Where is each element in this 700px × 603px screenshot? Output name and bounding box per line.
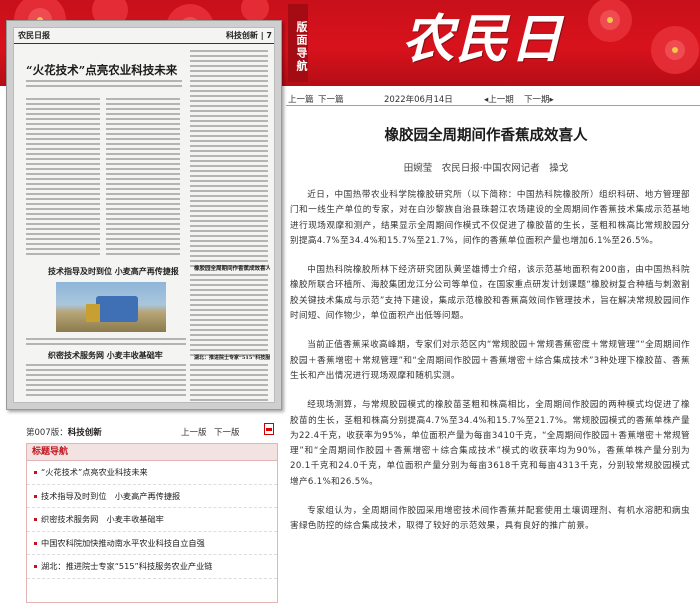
thumbnail-text-column	[190, 50, 268, 270]
thumbnail-text-column	[106, 98, 180, 258]
thumbnail-headline[interactable]: “火花技术”点亮农业科技未来	[26, 62, 186, 78]
page-thumbnail[interactable]: 农民日报 科技创新 | 7 “火花技术”点亮农业科技未来 橡胶园全周期间作香蕉成…	[13, 27, 275, 403]
thumbnail-subtitle-lines	[26, 80, 182, 90]
thumbnail-side-headline[interactable]: 湖北：推进院士专家“515”科技服务农业产业链	[194, 354, 270, 361]
thumbnail-text-column	[26, 364, 186, 399]
article-paragraph: 经现场测算，与常规胶园模式的橡胶苗茎粗和株高相比，全周期间作胶园的两种模式均促进…	[290, 400, 690, 487]
prev-issue-label: 上一期	[488, 95, 514, 105]
article-byline: 田婉莹 农民日报·中国农网记者 操戈	[403, 163, 569, 174]
title-nav-item[interactable]: 湖北：推进院士专家“515”科技服务农业产业链	[27, 555, 277, 579]
title-nav-item[interactable]: 织密技术服务网 小麦丰收基础牢	[27, 508, 277, 532]
article-paragraph: 中国热科院橡胶所林下经济研究团队黄坚雄博士介绍，该示范基地面积有200亩，由中国…	[290, 265, 690, 322]
prev-page-link[interactable]: 上一版	[181, 426, 207, 438]
next-page-link[interactable]: 下一版	[214, 426, 240, 438]
title-nav-item[interactable]: 中国农科院加快推动南水平农业科技自立自强	[27, 532, 277, 555]
page-section-name: 科技创新	[67, 428, 102, 438]
title-nav: 标题导航 “火花技术”点亮农业科技未来 技术指导及时到位 小麦高产再传捷报 织密…	[26, 443, 278, 603]
masthead-logo: 农民日报	[402, 9, 565, 70]
page-thumbnail-panel: 农民日报 科技创新 | 7 “火花技术”点亮农业科技未来 橡胶园全周期间作香蕉成…	[6, 20, 282, 410]
edition-nav-label[interactable]: 版面导航	[288, 4, 308, 82]
next-article-link[interactable]: 下一篇	[318, 93, 344, 105]
next-issue-label: 下一期	[524, 95, 550, 105]
next-issue-link[interactable]: 下一期▸	[524, 93, 554, 105]
article-paragraph: 当前正值香蕉采收高峰期，专家们对示范区内“常规胶园＋常规香蕉密度＋常规管理”“全…	[290, 340, 690, 381]
pdf-icon[interactable]	[264, 423, 274, 435]
thumbnail-text-column	[190, 364, 268, 402]
thumbnail-headline-3[interactable]: 织密技术服务网 小麦丰收基础牢	[48, 350, 163, 361]
title-nav-item[interactable]: 技术指导及时到位 小麦高产再传捷报	[27, 485, 277, 508]
truck-shape	[86, 304, 100, 322]
article-body: 近日，中国热带农业科学院橡胶研究所（以下简称：中国热科院橡胶所）组织科研、地方管…	[290, 188, 690, 549]
thumbnail-side-headline[interactable]: 橡胶园全周期间作香蕉成效喜人	[194, 264, 270, 272]
thumbnail-text-column	[190, 274, 268, 359]
article-nav-bar: 上一篇 下一篇 2022年06月14日 ◂上一期 下一期▸	[286, 89, 700, 106]
harvester-shape	[96, 296, 138, 322]
page-number-label: 第007版：	[26, 428, 68, 438]
thumbnail-text-column	[26, 338, 186, 348]
article-title: 橡胶园全周期间作香蕉成效喜人	[384, 128, 588, 144]
thumbnail-photo	[56, 282, 166, 332]
prev-article-link[interactable]: 上一篇	[288, 93, 314, 105]
thumbnail-headline-2[interactable]: 技术指导及时到位 小麦高产再传捷报	[48, 266, 179, 277]
article-paragraph: 近日，中国热带农业科学院橡胶研究所（以下简称：中国热科院橡胶所）组织科研、地方管…	[290, 190, 690, 246]
prev-issue-link[interactable]: ◂上一期	[484, 93, 514, 105]
next-issue-arrow-icon: ▸	[549, 95, 554, 105]
article-paragraph: 专家组认为，全周期间作胶园采用增密技术间作香蕉并配套使用土壤调理剂、有机水溶肥和…	[290, 506, 690, 532]
title-nav-item[interactable]: “火花技术”点亮农业科技未来	[27, 461, 277, 485]
title-nav-heading: 标题导航	[27, 444, 277, 461]
page-info: 第007版：科技创新	[26, 426, 102, 438]
thumbnail-header: 农民日报 科技创新 | 7	[14, 28, 274, 44]
thumbnail-logo: 农民日报	[18, 31, 50, 40]
thumbnail-section: 科技创新 | 7	[225, 31, 272, 40]
issue-date: 2022年06月14日	[384, 95, 453, 105]
thumbnail-text-column	[26, 98, 100, 258]
